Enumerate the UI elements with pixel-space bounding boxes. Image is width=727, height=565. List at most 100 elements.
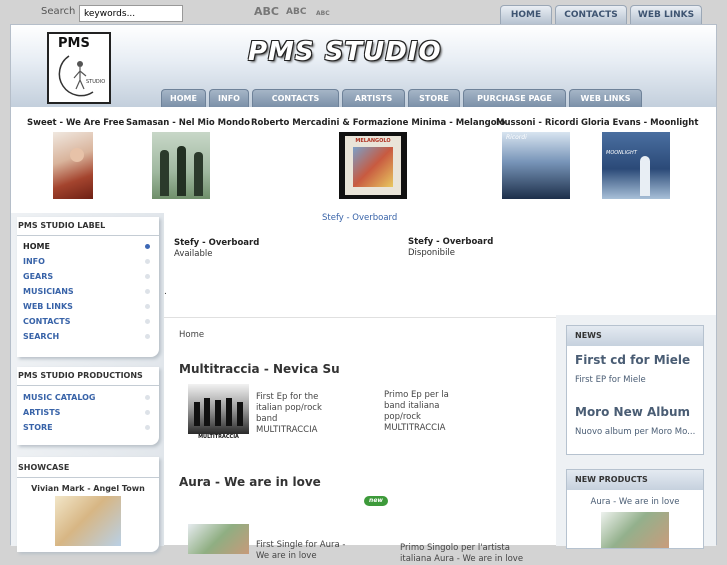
featured-cover-text: MELANGOLO — [355, 138, 391, 144]
featured-cover[interactable]: MELANGOLO — [339, 132, 407, 199]
featured-strip: Sweet - We Are Free Samasan - Nel Mio Mo… — [11, 107, 716, 207]
search-label: Search — [41, 6, 76, 17]
news-item-title[interactable]: Moro New Album — [575, 405, 690, 419]
showcase-title[interactable]: Vivian Mark - Angel Town — [17, 484, 159, 493]
top-product-link[interactable]: Stefy - Overboard — [322, 213, 397, 223]
main-content: Home Multitraccia - Nevica Su MULTITRACC… — [164, 317, 556, 564]
featured-cover[interactable] — [152, 132, 210, 199]
product-desc-en: First Single for Aura - We are in love — [256, 540, 346, 561]
featured-cover-text: Ricordi — [506, 134, 527, 141]
font-size-large-button[interactable]: ABC — [254, 5, 279, 18]
bullet-icon — [145, 289, 150, 294]
featured-title: Mussoni - Ricordi — [496, 118, 579, 128]
showcase-cover[interactable] — [55, 496, 121, 546]
bullet-icon — [145, 410, 150, 415]
news-box: NEWS First cd for Miele First EP for Mie… — [566, 325, 704, 455]
top-product-status: Available — [174, 249, 213, 259]
nav-tab-store[interactable]: STORE — [408, 89, 460, 107]
sidebar-item-music-catalog[interactable]: MUSIC CATALOG — [23, 393, 96, 402]
product-title[interactable]: Aura - We are in love — [179, 475, 321, 489]
font-size-small-button[interactable]: ABC — [316, 10, 330, 17]
sidebar-divider — [17, 477, 159, 478]
new-badge: new — [364, 496, 388, 506]
sidebar-item-contacts[interactable]: CONTACTS — [23, 317, 70, 326]
sidebar-item-musicians[interactable]: MUSICIANS — [23, 287, 74, 296]
sidebar-item-artists[interactable]: ARTISTS — [23, 408, 60, 417]
nav-tab-info[interactable]: INFO — [209, 89, 249, 107]
featured-cover[interactable] — [53, 132, 93, 199]
new-product-title[interactable]: Aura - We are in love — [567, 497, 703, 507]
top-tab-home[interactable]: HOME — [500, 5, 552, 24]
page-container: PMS STUDIO PMS STUDIO HOME INFO CONTACTS… — [10, 24, 717, 564]
product-title[interactable]: Multitraccia - Nevica Su — [179, 362, 340, 376]
sidebar-item-info[interactable]: INFO — [23, 257, 45, 266]
product-cover[interactable]: MULTITRACCIA — [188, 384, 249, 443]
nav-tab-contacts[interactable]: CONTACTS — [252, 89, 339, 107]
top-product-status-it: Disponibile — [408, 248, 456, 258]
sidebar-item-store[interactable]: STORE — [23, 423, 53, 432]
sidebar-heading-productions: PMS STUDIO PRODUCTIONS — [18, 371, 143, 380]
nav-tab-artists[interactable]: ARTISTS — [342, 89, 405, 107]
search-input[interactable] — [79, 5, 183, 22]
news-heading: NEWS — [567, 326, 703, 346]
featured-item[interactable]: Mussoni - Ricordi Ricordi — [496, 118, 579, 199]
bullet-icon — [145, 395, 150, 400]
bullet-icon — [145, 319, 150, 324]
new-products-box: NEW PRODUCTS Aura - We are in love — [566, 469, 704, 549]
sidebar-item-home[interactable]: HOME — [23, 242, 50, 251]
sidebar-heading-showcase: SHOWCASE — [18, 463, 70, 472]
bullet-icon — [145, 334, 150, 339]
sidebar-item-search[interactable]: SEARCH — [23, 332, 59, 341]
featured-title: Roberto Mercadini & Formazione Minima - … — [251, 118, 506, 128]
news-item-title[interactable]: First cd for Miele — [575, 353, 690, 367]
site-header: PMS STUDIO PMS STUDIO HOME INFO CONTACTS… — [11, 25, 716, 107]
featured-title: Samasan - Nel Mio Mondo — [126, 118, 250, 128]
top-utility-bar: Search ABC ABC ABC HOME CONTACTS WEB LIN… — [0, 0, 727, 26]
logo-subtext: STUDIO — [86, 79, 106, 85]
bullet-icon — [145, 304, 150, 309]
featured-title: Sweet - We Are Free — [27, 118, 125, 128]
sidebar-divider — [17, 235, 159, 236]
top-tab-web-links[interactable]: WEB LINKS — [630, 5, 702, 24]
site-title: PMS STUDIO — [248, 37, 442, 67]
product-desc-en: First Ep for the italian pop/rock band M… — [256, 392, 322, 435]
new-products-heading: NEW PRODUCTS — [567, 470, 703, 490]
news-item-desc: First EP for Miele — [575, 375, 646, 385]
nav-tab-home[interactable]: HOME — [161, 89, 206, 107]
product-desc-it: Primo Singolo per l'artista italiana Aur… — [400, 543, 524, 564]
stray-dot: . — [164, 287, 167, 297]
sidebar-divider — [17, 385, 159, 386]
news-item-desc: Nuovo album per Moro Mo... — [575, 427, 695, 437]
top-tab-contacts[interactable]: CONTACTS — [555, 5, 627, 24]
center-top-block: Stefy - Overboard Stefy - Overboard Avai… — [164, 207, 556, 317]
top-product-title-it[interactable]: Stefy - Overboard — [408, 237, 493, 247]
breadcrumb[interactable]: Home — [179, 330, 204, 340]
featured-item[interactable]: Roberto Mercadini & Formazione Minima - … — [251, 118, 506, 199]
top-product-title[interactable]: Stefy - Overboard — [174, 238, 259, 248]
site-logo[interactable]: PMS STUDIO — [47, 32, 111, 104]
right-sidebar: NEWS First cd for Miele First EP for Mie… — [556, 315, 716, 549]
featured-item[interactable]: Gloria Evans - Moonlight MOONLIGHT — [581, 118, 699, 199]
product-desc-it: Primo Ep per la band italiana pop/rock M… — [384, 390, 449, 433]
product-cover[interactable] — [188, 524, 249, 554]
featured-item[interactable]: Samasan - Nel Mio Mondo — [126, 118, 250, 199]
product-cover-text: MULTITRACCIA — [198, 434, 239, 440]
bullet-icon — [145, 425, 150, 430]
sidebar-heading-label: PMS STUDIO LABEL — [18, 221, 106, 230]
nav-tab-web-links[interactable]: WEB LINKS — [569, 89, 642, 107]
featured-cover[interactable]: Ricordi — [502, 132, 570, 199]
nav-tab-purchase-page[interactable]: PURCHASE PAGE — [463, 89, 566, 107]
new-product-cover[interactable] — [601, 512, 669, 548]
logo-moon-figure — [58, 55, 94, 97]
featured-cover-text: MOONLIGHT — [606, 150, 637, 156]
font-size-medium-button[interactable]: ABC — [286, 7, 306, 17]
left-sidebar: PMS STUDIO LABEL HOME INFO GEARS MUSICIA… — [11, 213, 164, 552]
featured-item[interactable]: Sweet - We Are Free — [27, 118, 125, 199]
bullet-icon — [145, 244, 150, 249]
bullet-icon — [145, 274, 150, 279]
sidebar-item-gears[interactable]: GEARS — [23, 272, 53, 281]
featured-cover[interactable]: MOONLIGHT — [602, 132, 670, 199]
bullet-icon — [145, 259, 150, 264]
sidebar-item-web-links[interactable]: WEB LINKS — [23, 302, 73, 311]
featured-title: Gloria Evans - Moonlight — [581, 118, 699, 128]
